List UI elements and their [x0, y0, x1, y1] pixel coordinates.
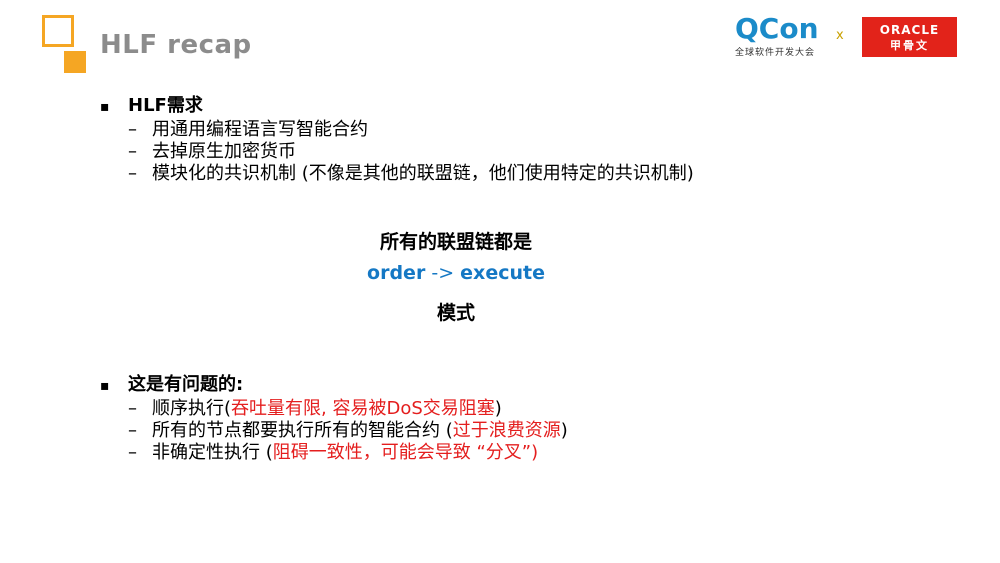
- execute-label: execute: [460, 262, 545, 284]
- square-bullet-icon: ▪: [100, 378, 110, 394]
- logo-separator: x: [836, 28, 844, 43]
- dash-icon: –: [128, 420, 137, 441]
- problems-section: ▪ 这是有问题的: – 顺序执行(吞吐量有限, 容易被DoS交易阻塞) – 所有的节点…: [100, 373, 568, 464]
- list-item: – 非确定性执行 (阻碍一致性，可能会导致 “分叉”): [100, 442, 568, 464]
- list-item-text: 所有的节点都要执行所有的智能合约 (: [152, 420, 453, 441]
- list-item-text: 模块化的共识机制 (不像是其他的联盟链，他们使用特定的共识机制): [152, 163, 694, 184]
- dash-icon: –: [128, 398, 137, 419]
- requirements-heading-text: HLF需求: [128, 95, 203, 116]
- requirements-section: ▪ HLF需求 – 用通用编程语言写智能合约 – 去掉原生加密货币 – 模块化的共识机制…: [100, 94, 694, 185]
- arrow-label: ->: [425, 262, 461, 284]
- logo-filled-square: [64, 51, 86, 73]
- list-item: – 用通用编程语言写智能合约: [100, 119, 694, 141]
- logo-outline-square: [42, 15, 74, 47]
- page-title: HLF recap: [100, 30, 252, 60]
- qcon-logo: QCon 全球软件开发大会: [735, 15, 825, 60]
- center-line-3: 模式: [436, 302, 475, 324]
- oracle-logo-en: ORACLE: [879, 23, 940, 37]
- oracle-logo: ORACLE 甲骨文: [862, 17, 957, 57]
- list-item-text: 非确定性执行 (: [152, 442, 273, 463]
- order-execute-flow: order -> execute: [0, 262, 912, 284]
- highlight-text: 吞吐量有限, 容易被DoS交易阻塞: [231, 398, 495, 419]
- list-item-text: 去掉原生加密货币: [152, 141, 296, 162]
- dash-icon: –: [128, 442, 137, 463]
- qcon-logo-subtitle: 全球软件开发大会: [735, 48, 816, 58]
- list-item-text-end: ): [494, 398, 502, 419]
- dash-icon: –: [128, 119, 137, 140]
- qcon-logo-text: QCon: [735, 12, 819, 45]
- corner-logo: [42, 15, 90, 73]
- list-item: – 去掉原生加密货币: [100, 141, 694, 163]
- problems-heading-text: 这是有问题的:: [128, 374, 244, 395]
- requirements-heading: ▪ HLF需求: [100, 94, 694, 119]
- list-item: – 模块化的共识机制 (不像是其他的联盟链，他们使用特定的共识机制): [100, 163, 694, 185]
- oracle-logo-cn: 甲骨文: [890, 39, 929, 52]
- list-item-text-end: ): [560, 420, 568, 441]
- center-line-1: 所有的联盟链都是: [379, 231, 532, 253]
- problems-heading: ▪ 这是有问题的:: [100, 373, 568, 398]
- list-item-text: 用通用编程语言写智能合约: [152, 119, 368, 140]
- list-item: – 顺序执行(吞吐量有限, 容易被DoS交易阻塞): [100, 398, 568, 420]
- dash-icon: –: [128, 141, 137, 162]
- highlight-text: 阻碍一致性，可能会导致 “分叉”): [272, 442, 539, 463]
- list-item: – 所有的节点都要执行所有的智能合约 (过于浪费资源): [100, 420, 568, 442]
- dash-icon: –: [128, 163, 137, 184]
- list-item-text: 顺序执行(: [152, 398, 232, 419]
- square-bullet-icon: ▪: [100, 99, 110, 115]
- highlight-text: 过于浪费资源: [452, 420, 561, 441]
- order-label: order: [367, 262, 426, 284]
